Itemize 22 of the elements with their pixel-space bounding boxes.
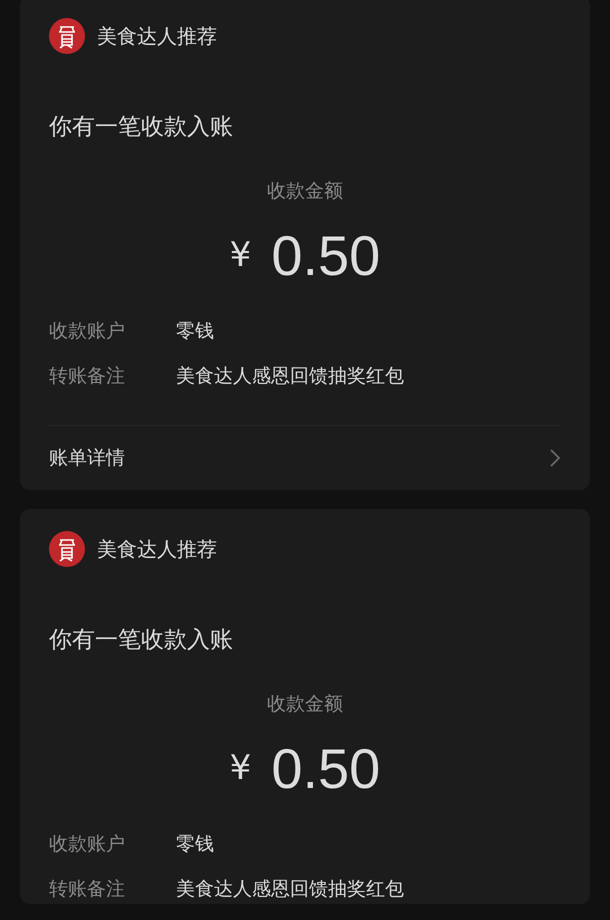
message-title: 你有一笔收款入账 [49,626,234,655]
amount-value: 0.50 [271,222,380,288]
amount-value: 0.50 [271,736,380,800]
field-value: 零钱 [176,319,214,344]
field-value: 零钱 [176,832,214,857]
logo-icon [49,18,85,54]
currency-symbol: ¥ [230,748,252,788]
field-label: 转账备注 [49,877,126,902]
amount-label: 收款金额 [266,692,344,717]
message-title: 你有一笔收款入账 [49,113,234,142]
chevron-right-icon [550,449,560,467]
field-label: 转账备注 [49,364,126,389]
field-label: 收款账户 [49,832,126,857]
field-value: 美食达人感恩回馈抽奖红包 [176,364,404,389]
sender-name: 美食达人推荐 [97,22,217,50]
field-label: 收款账户 [49,319,126,344]
field-value: 美食达人感恩回馈抽奖红包 [176,877,404,902]
currency-symbol: ¥ [230,235,252,275]
logo-icon [49,531,85,567]
amount-label: 收款金额 [266,179,344,204]
sender-name: 美食达人推荐 [97,536,217,562]
bill-details-link[interactable]: 账单详情 [49,426,561,490]
